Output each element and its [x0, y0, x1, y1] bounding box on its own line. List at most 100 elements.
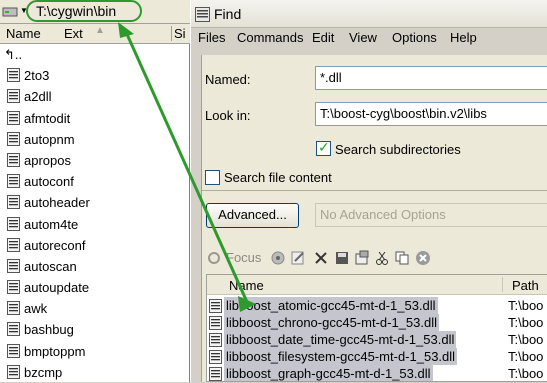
table-row[interactable]: libboost_graph-gcc45-mt-d-1_53.dll T:\boo	[207, 365, 547, 381]
file-name: a2dll	[24, 89, 52, 105]
title-bar[interactable]: Find	[191, 0, 547, 28]
go-to-icon[interactable]	[270, 250, 286, 266]
search-content-label: Search file content	[224, 170, 332, 185]
focus-label[interactable]: Focus	[226, 250, 261, 265]
file-name: autoheader	[24, 195, 90, 211]
result-file-path: T:\boo	[508, 315, 544, 330]
named-label: Named:	[205, 72, 251, 87]
menu-help[interactable]: Help	[450, 30, 477, 45]
checkmark-icon: ✓	[318, 139, 330, 155]
result-file-name: libboost_filesystem-gcc45-mt-d-1_53.dll	[224, 348, 458, 365]
menu-options[interactable]: Options	[392, 30, 437, 45]
list-item-parent[interactable]: ↰..	[0, 44, 190, 65]
list-item[interactable]: autoscan	[0, 256, 190, 277]
list-item[interactable]: apropos	[0, 150, 190, 171]
table-row[interactable]: libboost_filesystem-gcc45-mt-d-1_53.dll T…	[207, 348, 547, 365]
file-name: autoconf	[24, 174, 74, 190]
table-row[interactable]: libboost_atomic-gcc45-mt-d-1_53.dll T:\bo…	[207, 297, 547, 314]
menu-bar: Files Commands Edit View Options Help	[191, 28, 547, 48]
list-item[interactable]: autoreconf	[0, 235, 190, 256]
table-row[interactable]: libboost_chrono-gcc45-mt-d-1_53.dll T:\bo…	[207, 314, 547, 331]
result-file-path: T:\boo	[508, 332, 544, 347]
file-icon	[7, 174, 20, 189]
list-item[interactable]: 2to3	[0, 65, 190, 86]
list-item[interactable]: afmtodit	[0, 108, 190, 129]
search-window-icon	[195, 7, 210, 22]
list-item[interactable]: a2dll	[0, 86, 190, 107]
focus-icon[interactable]	[206, 250, 222, 266]
file-list: ↰.. 2to3 a2dll afmtodit autopnm apropos autoc…	[0, 44, 190, 383]
file-name: 2to3	[24, 68, 50, 84]
drive-icon[interactable]	[2, 5, 18, 18]
file-name: autom4te	[24, 216, 79, 232]
find-form: Named: *.dll Look in: T:\boost-cyg\boost…	[201, 55, 547, 382]
file-name: bashbug	[24, 322, 74, 338]
lookin-input[interactable]: T:\boost-cyg\boost\bin.v2\libs	[315, 102, 547, 126]
list-item[interactable]: autoheader	[0, 192, 190, 213]
list-item[interactable]: bzcmp	[0, 362, 190, 383]
list-item[interactable]: bmptoppm	[0, 341, 190, 362]
list-item[interactable]: bashbug	[0, 319, 190, 340]
list-item[interactable]: autom4te	[0, 214, 190, 235]
save-icon[interactable]	[334, 250, 350, 266]
search-content-checkbox[interactable]	[205, 170, 220, 185]
copy-icon[interactable]	[394, 250, 410, 266]
column-name-header[interactable]: Name	[6, 26, 41, 41]
file-panel: ▼ T:\cygwin\bin Name Ext ▲ Si ↰.. 2to3 a2…	[0, 0, 190, 382]
results-column-path[interactable]: Path	[512, 278, 539, 293]
menu-files[interactable]: Files	[198, 30, 225, 45]
results-header: Name Path	[207, 275, 547, 295]
file-icon	[7, 89, 20, 104]
list-item[interactable]: awk	[0, 298, 190, 319]
results-column-name[interactable]: Name	[229, 278, 264, 293]
list-item[interactable]: autoconf	[0, 171, 190, 192]
properties-icon[interactable]	[354, 250, 370, 266]
cut-icon[interactable]	[374, 250, 390, 266]
file-icon	[7, 152, 20, 167]
menu-view[interactable]: View	[349, 30, 377, 45]
edit-icon[interactable]	[290, 250, 306, 266]
cancel-icon[interactable]	[415, 250, 431, 266]
file-name: apropos	[24, 152, 71, 168]
menu-commands[interactable]: Commands	[237, 30, 303, 45]
sort-arrow-icon: ▲	[95, 25, 105, 36]
file-icon	[7, 322, 20, 337]
file-icon	[7, 364, 20, 379]
search-subdirectories-checkbox[interactable]: ✓	[316, 139, 331, 156]
file-list-header: Name Ext ▲ Si	[0, 24, 190, 44]
file-icon	[7, 131, 20, 146]
search-subdirectories-label: Search subdirectories	[335, 142, 461, 157]
file-name: autoupdate	[24, 280, 90, 296]
file-name: autopnm	[24, 131, 75, 147]
file-icon	[7, 216, 20, 231]
menu-edit[interactable]: Edit	[312, 30, 334, 45]
file-icon	[7, 110, 20, 125]
file-name: awk	[24, 301, 48, 317]
find-dialog: Find Files Commands Edit View Options He…	[190, 0, 547, 382]
advanced-options-field: No Advanced Options	[315, 203, 547, 227]
column-ext-header[interactable]: Ext	[64, 26, 83, 41]
result-file-path: T:\boo	[508, 298, 544, 313]
parent-dir-label: ↰..	[4, 47, 23, 62]
result-file-path: T:\boo	[508, 366, 544, 381]
file-icon	[7, 301, 20, 316]
file-icon	[7, 280, 20, 295]
named-input[interactable]: *.dll	[315, 66, 547, 90]
file-name: bzcmp	[24, 364, 63, 380]
result-file-name: libboost_chrono-gcc45-mt-d-1_53.dll	[224, 314, 440, 331]
file-icon	[7, 195, 20, 210]
current-path[interactable]: T:\cygwin\bin	[36, 3, 116, 19]
delete-icon[interactable]	[313, 250, 329, 266]
list-item[interactable]: autoupdate	[0, 277, 190, 298]
list-item[interactable]: autopnm	[0, 129, 190, 150]
file-icon	[7, 68, 20, 83]
column-size-header[interactable]: Si	[174, 26, 186, 41]
window-title: Find	[214, 6, 242, 22]
table-row[interactable]: libboost_date_time-gcc45-mt-d-1_53.dll T:…	[207, 331, 547, 348]
file-icon	[7, 237, 20, 252]
advanced-button[interactable]: Advanced...	[206, 203, 299, 228]
file-icon	[7, 343, 20, 358]
file-name: autoreconf	[24, 237, 86, 253]
file-name: bmptoppm	[24, 343, 86, 359]
result-file-name: libboost_date_time-gcc45-mt-d-1_53.dll	[224, 331, 457, 348]
